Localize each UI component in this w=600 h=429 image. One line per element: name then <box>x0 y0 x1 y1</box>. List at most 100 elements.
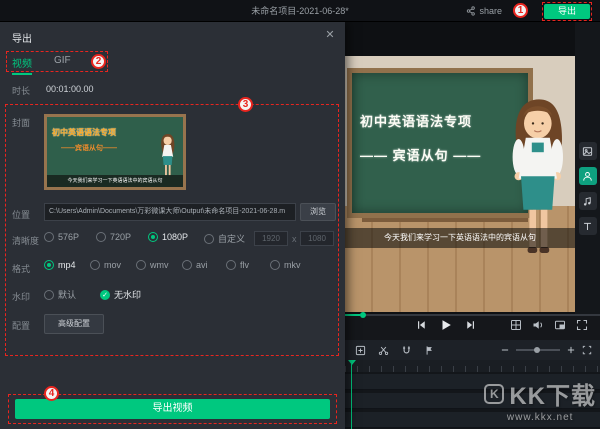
option-label: 无水印 <box>114 288 141 301</box>
zoom-out-icon[interactable] <box>500 345 510 355</box>
storyboard-icon[interactable] <box>510 319 522 331</box>
marker-icon[interactable] <box>424 345 435 356</box>
timeline-zoom-slider[interactable] <box>516 349 560 351</box>
timeline-area <box>345 360 600 429</box>
export-video-button[interactable]: 导出视频 <box>15 399 330 419</box>
times-separator: x <box>292 234 297 244</box>
timeline-track[interactable] <box>345 393 600 409</box>
subtitle-text: 今天我们来学习一下英语语法中的宾语从句 <box>345 228 575 248</box>
character-icon[interactable] <box>579 167 597 185</box>
radio-icon <box>90 260 100 270</box>
format-option-avi[interactable]: avi <box>182 260 208 270</box>
radio-icon <box>44 232 54 242</box>
fullscreen-icon[interactable] <box>576 319 588 331</box>
resolution-option-1080p[interactable]: 1080P <box>148 232 188 242</box>
format-option-mkv[interactable]: mkv <box>270 260 301 270</box>
option-label: mp4 <box>58 260 76 270</box>
radio-icon <box>204 234 214 244</box>
scene-icon[interactable] <box>579 142 597 160</box>
option-label: 默认 <box>58 288 76 301</box>
format-option-mp4[interactable]: mp4 <box>44 260 76 270</box>
share-label: share <box>479 6 502 16</box>
zoom-slider-handle[interactable] <box>534 347 540 353</box>
radio-icon <box>182 260 192 270</box>
custom-height-input[interactable]: 1080 <box>300 231 334 246</box>
skip-end-icon[interactable] <box>465 319 477 331</box>
watermark-option-default[interactable]: 默认 <box>44 288 76 301</box>
export-button[interactable]: 导出 <box>544 4 590 19</box>
mini-player-icon[interactable] <box>554 319 566 331</box>
advanced-config-button[interactable]: 高级配置 <box>44 314 104 334</box>
split-icon[interactable] <box>378 345 389 356</box>
thumbnail-title: 初中英语语法专项 <box>52 127 116 138</box>
output-path-input[interactable]: C:\Users\Admin\Documents\万彩微课大师\Output\未… <box>44 203 296 221</box>
export-dialog: 导出 ✕ 视频 GIF 2 时长 00:01:00.00 3 封面 初中英语语法… <box>0 22 345 429</box>
duration-value: 00:01:00.00 <box>46 84 94 94</box>
thumbnail-character <box>155 131 181 179</box>
option-label: 720P <box>110 232 131 242</box>
seek-progress <box>345 314 360 316</box>
option-label: 1080P <box>162 232 188 242</box>
annotation-step-4: 4 <box>44 386 59 401</box>
annotation-step-1: 1 <box>513 3 528 18</box>
option-label: avi <box>196 260 208 270</box>
timeline-track[interactable] <box>345 412 600 428</box>
volume-icon[interactable] <box>532 319 544 331</box>
dialog-title: 导出 <box>12 30 32 45</box>
radio-icon <box>136 260 146 270</box>
playback-bar <box>345 314 600 340</box>
option-label: mkv <box>284 260 301 270</box>
radio-icon <box>44 290 54 300</box>
option-label: mov <box>104 260 121 270</box>
radio-icon <box>226 260 236 270</box>
tab-gif[interactable]: GIF <box>54 55 71 69</box>
resolution-label: 清晰度 <box>12 234 39 247</box>
board-title-text: 初中英语语法专项 <box>360 111 472 130</box>
timeline-track[interactable] <box>345 374 600 390</box>
location-label: 位置 <box>12 208 30 221</box>
seek-bar[interactable] <box>345 314 600 316</box>
option-label: 自定义 <box>218 232 245 245</box>
config-label: 配置 <box>12 319 30 332</box>
export-highlight-box: 导出 <box>542 2 592 21</box>
browse-button[interactable]: 浏览 <box>300 203 336 221</box>
resolution-option-720p[interactable]: 720P <box>96 232 131 242</box>
fit-timeline-icon[interactable] <box>582 345 592 355</box>
radio-icon <box>96 232 106 242</box>
timeline-toolbar <box>345 340 600 360</box>
format-option-wmv[interactable]: wmv <box>136 260 169 270</box>
format-label: 格式 <box>12 262 30 275</box>
close-icon[interactable]: ✕ <box>322 27 338 43</box>
stage-canvas[interactable]: 初中英语语法专项 —— 宾语从句 —— <box>345 56 575 312</box>
thumbnail-subtitle: ——宾语从句—— <box>61 143 117 153</box>
skip-start-icon[interactable] <box>415 319 427 331</box>
cover-label: 封面 <box>12 116 30 129</box>
share-button[interactable]: share <box>466 6 502 16</box>
board-subtitle-text: —— 宾语从句 —— <box>360 145 481 164</box>
share-icon <box>466 6 476 16</box>
cover-thumbnail[interactable]: 初中英语语法专项 ——宾语从句—— 今天我们来学习一下英语语法中的宾语从句 <box>44 114 186 190</box>
custom-width-input[interactable]: 1920 <box>254 231 288 246</box>
format-option-flv[interactable]: flv <box>226 260 249 270</box>
format-option-mov[interactable]: mov <box>90 260 121 270</box>
text-icon[interactable] <box>579 217 597 235</box>
resolution-option-custom[interactable]: 自定义 <box>204 232 245 245</box>
radio-icon <box>148 232 158 242</box>
add-scene-icon[interactable] <box>355 345 366 356</box>
radio-icon <box>270 260 280 270</box>
option-label: flv <box>240 260 249 270</box>
watermark-label: 水印 <box>12 290 30 303</box>
preview-area: 初中英语语法专项 —— 宾语从句 —— <box>345 22 575 314</box>
resolution-option-576p[interactable]: 576P <box>44 232 79 242</box>
seek-handle[interactable] <box>360 312 366 318</box>
play-icon[interactable] <box>439 318 453 332</box>
music-icon[interactable] <box>579 192 597 210</box>
playhead[interactable] <box>351 360 352 429</box>
tab-video[interactable]: 视频 <box>12 55 32 75</box>
watermark-option-none[interactable]: 无水印 <box>100 288 141 301</box>
zoom-in-icon[interactable] <box>566 345 576 355</box>
magnet-icon[interactable] <box>401 345 412 356</box>
annotation-step-3: 3 <box>238 97 253 112</box>
titlebar: 未命名项目-2021-06-28* share 导出 <box>0 0 600 22</box>
timeline-ruler[interactable] <box>345 360 600 372</box>
